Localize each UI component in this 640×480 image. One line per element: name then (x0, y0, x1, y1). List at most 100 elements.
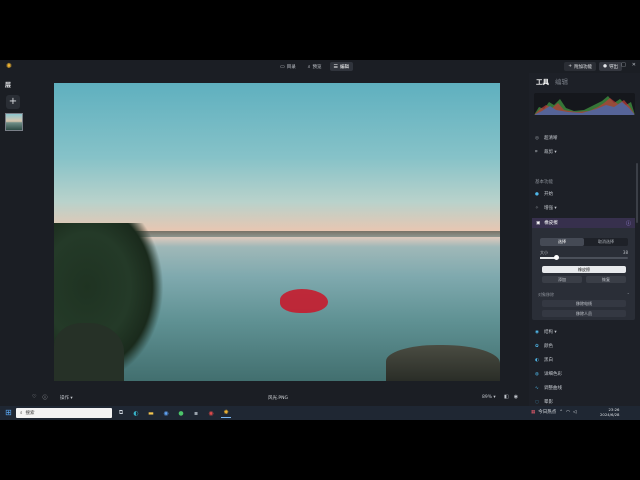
selection-mode-toggle: 选择 取消选择 (540, 238, 628, 246)
layers-icon: ◎ (535, 135, 539, 141)
eraser-tool-header[interactable]: ▣ 橡皮擦 ⓘ (532, 218, 635, 228)
tab-edit[interactable]: ☰ 编辑 (329, 62, 354, 71)
curve-icon: ∿ (535, 385, 539, 391)
eye-icon[interactable]: ◉ (514, 394, 518, 400)
canvas-bottom-bar: ♡ ⓘ 操作 ▾ 风光.PNG 89% ▾ ◧ ◉ (26, 392, 529, 404)
taskbar-clock[interactable]: 23:26 2024/6/28 (600, 407, 619, 417)
brush-size-slider[interactable] (540, 255, 628, 260)
file-explorer-icon[interactable]: ▬ (146, 408, 156, 418)
chevron-up-icon[interactable]: ⌃ (627, 292, 630, 297)
search-icon: ⌕ (20, 411, 23, 416)
sparkle-icon: ✧ (535, 205, 539, 211)
tools-panel: 工具 编辑 ◎ 超清晰 ⌗ 裁剪 ▾ 基本功能 ● 开始 ✧ 增强 ▾ ▣ 橡皮擦 ⓘ … (529, 73, 640, 406)
vignette-icon: ◌ (535, 399, 539, 405)
top-toolbar: ✺ ▭ 目录 ⌕ 预览 ☰ 编辑 + 附加功能 ● 导出 — □ ✕ (0, 60, 640, 73)
right-rock (386, 345, 500, 381)
eraser-selection-mask[interactable] (280, 289, 328, 313)
search-icon: ⌕ (307, 63, 311, 70)
compare-icon[interactable]: ◧ (504, 394, 509, 400)
brush-size-handle[interactable] (553, 255, 559, 260)
panel-row-superclarity[interactable]: ◎ 超清晰 (535, 135, 558, 142)
info-icon[interactable]: ⓘ (42, 394, 47, 401)
task-view-icon[interactable]: ⧉ (116, 408, 126, 418)
window-controls: — □ ✕ (610, 62, 636, 68)
add-button[interactable]: 添加 (542, 276, 582, 283)
brush-size-label: 大小 (540, 250, 548, 255)
layers-column: 层 + (0, 73, 26, 393)
browser-icon[interactable]: ◉ (161, 408, 171, 418)
tray-chevron-icon[interactable]: ⌃ (559, 410, 563, 415)
tab-preview[interactable]: ⌕ 预览 (304, 62, 326, 71)
brush-size-value: 38 (622, 250, 628, 255)
plus-icon: + (568, 64, 573, 69)
color-icon: ✿ (535, 343, 539, 349)
tab-catalog[interactable]: ▭ 目录 (276, 62, 300, 71)
eraser-tool-panel: ▣ 橡皮擦 ⓘ 选择 取消选择 大小 38 橡皮擦 添加 恢复 对象移除 ⌃ 移… (532, 218, 635, 320)
action-dropdown[interactable]: 操作 ▾ (60, 395, 73, 401)
left-rock (54, 323, 124, 381)
panel-row-vignette[interactable]: ◌ 晕影 (535, 399, 553, 406)
crop-icon: ⌗ (535, 150, 538, 155)
select-mode-button[interactable]: 选择 (540, 238, 584, 246)
panel-scrollbar[interactable] (636, 163, 638, 223)
brush-size-row: 大小 38 (540, 250, 628, 256)
news-label[interactable]: 今日热点 (538, 409, 556, 415)
zoom-dropdown[interactable]: 89% ▾ (482, 395, 496, 400)
histogram (534, 93, 635, 115)
panel-row-bw[interactable]: ◐ 黑白 (535, 357, 553, 364)
view-icons: ◧ ◉ (504, 394, 518, 400)
file-name: 风光.PNG (268, 396, 288, 401)
taskbar-search[interactable]: ⌕ 搜索 (16, 408, 112, 418)
panel-row-structure[interactable]: ◉ 结构 ▾ (535, 329, 557, 336)
mode-tabs: ▭ 目录 ⌕ 预览 ☰ 编辑 (276, 62, 354, 71)
bottom-left-icons: ♡ ⓘ (32, 394, 48, 401)
remove-wires-button[interactable]: 移除电线 (542, 300, 626, 307)
tab-tools[interactable]: 工具 (536, 76, 549, 86)
image-canvas[interactable] (54, 83, 500, 381)
add-layer-button[interactable]: + (6, 95, 20, 109)
close-icon[interactable]: ✕ (632, 62, 636, 68)
restore-button[interactable]: 恢复 (586, 276, 626, 283)
recorder-icon[interactable]: ◉ (206, 408, 216, 418)
export-icon: ● (603, 64, 607, 69)
erase-button[interactable]: 橡皮擦 (542, 266, 626, 273)
deselect-mode-button[interactable]: 取消选择 (584, 238, 628, 246)
panel-row-enhance[interactable]: ✧ 增强 ▾ (535, 205, 557, 212)
heart-icon[interactable]: ♡ (32, 394, 36, 401)
info-icon[interactable]: ⓘ (626, 220, 631, 227)
eraser-icon: ▣ (536, 220, 541, 226)
taskbar-tray: ▦ 今日热点 ⌃ ◠ ◁ (531, 409, 576, 416)
panel-row-detail-color[interactable]: ◍ 详细色彩 (535, 371, 562, 378)
panel-tabs: 工具 编辑 (536, 76, 568, 86)
edge-icon[interactable]: ◐ (131, 408, 141, 418)
panel-row-curves[interactable]: ∿ 调整曲线 (535, 385, 562, 392)
wechat-icon[interactable]: ● (176, 408, 186, 418)
photo-editor-taskbar-icon[interactable]: ✺ (221, 408, 231, 418)
panel-row-color[interactable]: ✿ 颜色 (535, 343, 553, 350)
news-icon[interactable]: ▦ (531, 410, 535, 415)
maximize-icon[interactable]: □ (621, 62, 626, 68)
volume-icon[interactable]: ◁ (573, 410, 576, 415)
layer-thumbnail[interactable] (5, 113, 23, 131)
tab-edit-panel[interactable]: 编辑 (555, 76, 568, 86)
add-ons-button[interactable]: + 附加功能 (564, 62, 597, 71)
wifi-icon[interactable]: ◠ (566, 410, 570, 415)
layers-title: 层 (5, 82, 12, 89)
bw-icon: ◐ (535, 357, 539, 363)
panel-row-start[interactable]: ● 开始 (535, 191, 553, 198)
dot-icon: ● (535, 191, 539, 197)
terminal-icon[interactable]: ▪ (191, 408, 201, 418)
app-logo-icon[interactable]: ✺ (6, 63, 14, 70)
section-basic: 基本功能 (535, 180, 553, 185)
object-removal-label: 对象移除 (538, 292, 554, 297)
remove-people-button[interactable]: 移除人员 (542, 310, 626, 317)
palette-icon: ◍ (535, 371, 539, 377)
minimize-icon[interactable]: — (610, 62, 615, 68)
taskbar-apps: ⧉ ◐ ▬ ◉ ● ▪ ◉ ✺ (116, 408, 231, 418)
folder-icon: ▭ (280, 63, 285, 70)
panel-row-crop[interactable]: ⌗ 裁剪 ▾ (535, 149, 557, 155)
photo-editor-window: ✺ ▭ 目录 ⌕ 预览 ☰ 编辑 + 附加功能 ● 导出 — □ ✕ 层 + ♡ ⓘ (0, 60, 640, 406)
windows-start-icon[interactable]: ⊞ (5, 409, 12, 417)
windows-taskbar: ⊞ ⌕ 搜索 ⧉ ◐ ▬ ◉ ● ▪ ◉ ✺ ▦ 今日热点 ⌃ ◠ ◁ 23:2… (0, 406, 640, 420)
sliders-icon: ☰ (333, 63, 339, 70)
